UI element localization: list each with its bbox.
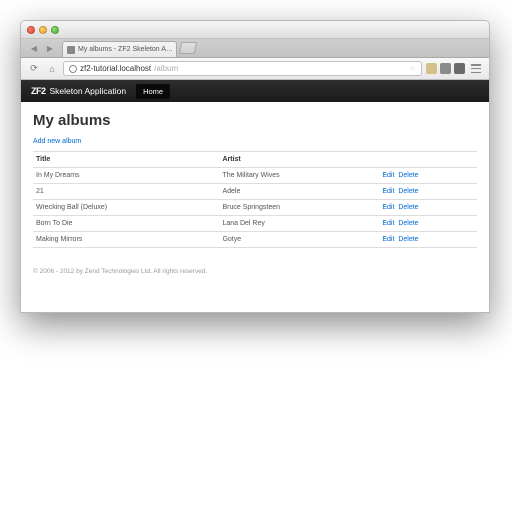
browser-window: ◀ ▶ My albums - ZF2 Skeleton A… × ⟳ ⌂ zf… bbox=[20, 20, 490, 313]
edit-link[interactable]: Edit bbox=[382, 220, 394, 227]
albums-table: Title Artist In My DreamsThe Military Wi… bbox=[33, 151, 477, 248]
cell-artist: Adele bbox=[219, 184, 379, 200]
page-viewport: ZF2 Skeleton Application Home My albums … bbox=[21, 80, 489, 312]
site-identity-icon bbox=[69, 65, 77, 73]
new-tab-button[interactable] bbox=[179, 42, 198, 54]
table-row: Making MirrorsGotyeEdit Delete bbox=[33, 232, 477, 248]
extension-icon[interactable] bbox=[454, 63, 465, 74]
cell-artist: Lana Del Rey bbox=[219, 216, 379, 232]
delete-link[interactable]: Delete bbox=[398, 188, 418, 195]
cell-title: Making Mirrors bbox=[33, 232, 219, 248]
page-footer: © 2006 - 2012 by Zend Technologies Ltd. … bbox=[21, 258, 489, 285]
browser-toolbar: ⟳ ⌂ zf2-tutorial.localhost/album ☆ bbox=[21, 58, 489, 80]
table-row: In My DreamsThe Military WivesEdit Delet… bbox=[33, 168, 477, 184]
forward-button[interactable]: ▶ bbox=[43, 42, 57, 55]
edit-link[interactable]: Edit bbox=[382, 172, 394, 179]
add-new-album-link[interactable]: Add new album bbox=[33, 138, 81, 145]
extension-icon[interactable] bbox=[426, 63, 437, 74]
table-row: Wrecking Ball (Deluxe)Bruce SpringsteenE… bbox=[33, 200, 477, 216]
back-button[interactable]: ◀ bbox=[27, 42, 41, 55]
window-minimize-button[interactable] bbox=[39, 26, 47, 34]
cell-title: In My Dreams bbox=[33, 168, 219, 184]
col-actions-header bbox=[379, 152, 477, 168]
cell-actions: Edit Delete bbox=[379, 200, 477, 216]
table-row: 21AdeleEdit Delete bbox=[33, 184, 477, 200]
browser-tab[interactable]: My albums - ZF2 Skeleton A… × bbox=[62, 41, 177, 57]
cell-title: 21 bbox=[33, 184, 219, 200]
brand-text: Skeleton Application bbox=[50, 86, 127, 96]
cell-actions: Edit Delete bbox=[379, 216, 477, 232]
tab-close-button[interactable]: × bbox=[176, 45, 177, 54]
window-zoom-button[interactable] bbox=[51, 26, 59, 34]
cell-artist: The Military Wives bbox=[219, 168, 379, 184]
table-row: Born To DieLana Del ReyEdit Delete bbox=[33, 216, 477, 232]
window-titlebar bbox=[21, 21, 489, 39]
address-bar[interactable]: zf2-tutorial.localhost/album ☆ bbox=[63, 61, 422, 76]
tab-favicon bbox=[67, 46, 75, 54]
cell-actions: Edit Delete bbox=[379, 184, 477, 200]
delete-link[interactable]: Delete bbox=[398, 236, 418, 243]
col-title-header: Title bbox=[33, 152, 219, 168]
browser-tabstrip: ◀ ▶ My albums - ZF2 Skeleton A… × bbox=[21, 39, 489, 58]
bookmark-star-icon[interactable]: ☆ bbox=[409, 64, 416, 73]
edit-link[interactable]: Edit bbox=[382, 204, 394, 211]
delete-link[interactable]: Delete bbox=[398, 172, 418, 179]
cell-artist: Bruce Springsteen bbox=[219, 200, 379, 216]
edit-link[interactable]: Edit bbox=[382, 188, 394, 195]
cell-actions: Edit Delete bbox=[379, 168, 477, 184]
cell-artist: Gotye bbox=[219, 232, 379, 248]
edit-link[interactable]: Edit bbox=[382, 236, 394, 243]
home-button[interactable]: ⌂ bbox=[45, 62, 59, 76]
delete-link[interactable]: Delete bbox=[398, 204, 418, 211]
page-title: My albums bbox=[33, 112, 477, 129]
url-host: zf2-tutorial.localhost bbox=[80, 64, 151, 73]
cell-title: Wrecking Ball (Deluxe) bbox=[33, 200, 219, 216]
brand-link[interactable]: ZF2 Skeleton Application bbox=[31, 86, 126, 96]
extension-icon[interactable] bbox=[440, 63, 451, 74]
tab-title: My albums - ZF2 Skeleton A… bbox=[78, 46, 173, 53]
reload-button[interactable]: ⟳ bbox=[27, 62, 41, 76]
url-path: /album bbox=[154, 64, 178, 73]
delete-link[interactable]: Delete bbox=[398, 220, 418, 227]
browser-menu-button[interactable] bbox=[469, 63, 483, 74]
col-artist-header: Artist bbox=[219, 152, 379, 168]
nav-link-home[interactable]: Home bbox=[136, 84, 170, 99]
cell-title: Born To Die bbox=[33, 216, 219, 232]
app-navbar: ZF2 Skeleton Application Home bbox=[21, 80, 489, 102]
albums-tbody: In My DreamsThe Military WivesEdit Delet… bbox=[33, 168, 477, 248]
page-content: My albums Add new album Title Artist In … bbox=[21, 102, 489, 258]
brand-logo: ZF2 bbox=[31, 86, 46, 96]
cell-actions: Edit Delete bbox=[379, 232, 477, 248]
window-close-button[interactable] bbox=[27, 26, 35, 34]
